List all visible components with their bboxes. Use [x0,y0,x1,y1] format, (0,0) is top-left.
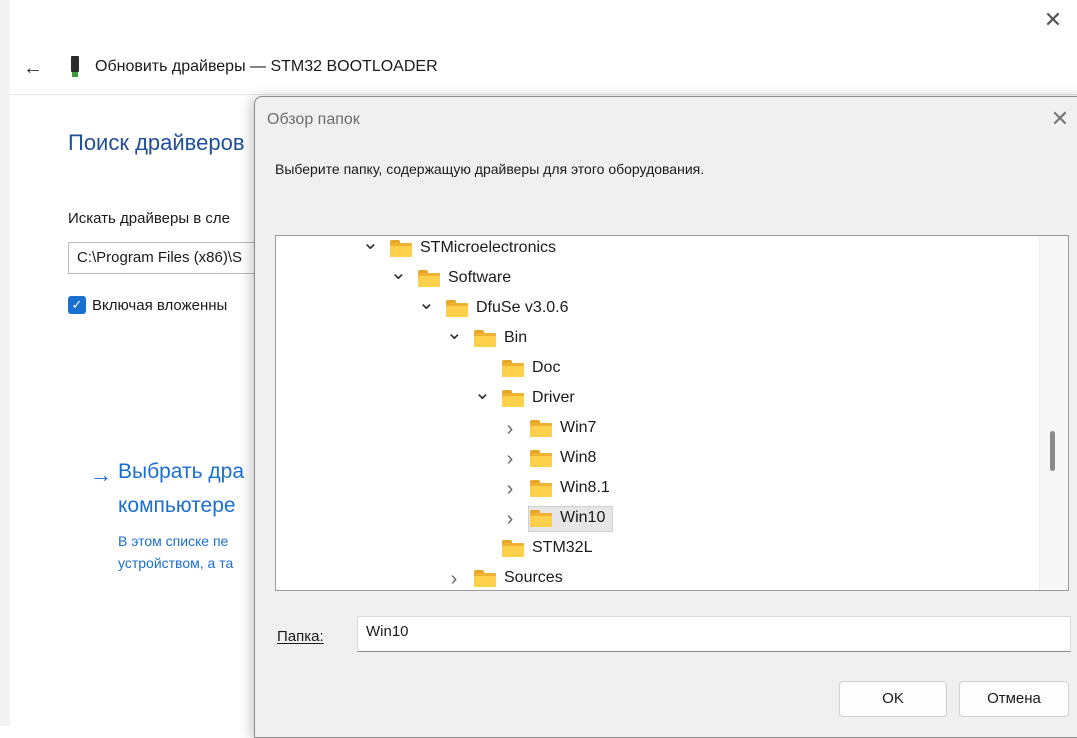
tree-item-label[interactable]: Win8 [557,449,599,467]
tree-item-label[interactable]: Win7 [557,419,599,437]
checkmark-icon: ✓ [68,296,86,314]
folder-icon [418,270,440,287]
close-icon[interactable]: ✕ [1041,8,1065,32]
tree-item-label[interactable]: Doc [529,359,563,377]
tree-item-label[interactable]: Bin [501,329,530,347]
tree-item[interactable]: Doc [276,355,1040,383]
scrollbar-thumb[interactable] [1050,431,1055,471]
folder-icon [530,480,552,497]
folder-icon [530,510,552,527]
chevron-down-icon[interactable]: ⌄ [390,263,407,283]
tree-item[interactable]: › Win10 [276,505,1040,533]
chevron-right-icon[interactable]: › [502,419,518,439]
tree-item[interactable]: ⌄ Driver [276,383,1040,413]
chevron-right-icon[interactable]: › [502,449,518,469]
chevron-right-icon[interactable]: › [502,479,518,499]
tree-item[interactable]: › Win7 [276,415,1040,443]
folder-tree[interactable]: ⌄ STMicroelectronics ⌄ Software ⌄ DfuSe v3.0.… [275,235,1069,591]
tree-item-label[interactable]: STMicroelectronics [417,239,559,257]
tree-item[interactable]: ⌄ Software [276,263,1040,293]
window-header: ← Обновить драйверы — STM32 BOOTLOADER [10,44,1077,95]
folder-field-label: Папка: [277,628,324,645]
window-title: Обновить драйверы — STM32 BOOTLOADER [95,58,438,75]
tree-item[interactable]: ⌄ Bin [276,323,1040,353]
vertical-scrollbar[interactable] [1039,236,1068,590]
usb-device-icon [70,56,80,78]
tree-item[interactable]: › Sources [276,565,1040,590]
chevron-down-icon[interactable]: ⌄ [418,293,435,313]
back-arrow-icon[interactable]: ← [20,56,46,80]
folder-icon [530,420,552,437]
cancel-button[interactable]: Отмена [959,681,1069,717]
chevron-down-icon[interactable]: ⌄ [474,383,491,403]
tree-item-label[interactable]: Sources [501,569,566,587]
tree-item[interactable]: › Win8.1 [276,475,1040,503]
tree-item-label[interactable]: Driver [529,389,578,407]
tree-item[interactable]: ⌄ DfuSe v3.0.6 [276,293,1040,323]
include-subfolders-label: Включая вложенны [92,297,228,314]
chevron-down-icon[interactable]: ⌄ [446,323,463,343]
choose-link-line1[interactable]: Выбрать дра [118,460,244,484]
choose-desc-line1: В этом списке пе [118,533,229,549]
folder-icon [502,390,524,407]
folder-icon [502,540,524,557]
dialog-title: Обзор папок [267,111,360,128]
dialog-close-icon[interactable]: ✕ [1047,107,1073,131]
chevron-down-icon[interactable]: ⌄ [362,236,379,253]
tree-item-label[interactable]: STM32L [529,539,595,557]
tree-item-label[interactable]: DfuSe v3.0.6 [473,299,572,317]
tree-item[interactable]: ⌄ STMicroelectronics [276,236,1040,263]
chevron-right-icon[interactable]: › [446,569,462,589]
arrow-right-icon: → [90,462,112,487]
folder-icon [530,450,552,467]
dialog-prompt: Выберите папку, содержащую драйверы для … [275,161,705,177]
tree-item-label[interactable]: Win10 [557,509,608,527]
folder-name-input[interactable]: Win10 [357,616,1071,652]
tree-item-label[interactable]: Software [445,269,514,287]
folder-icon [502,360,524,377]
search-location-label: Искать драйверы в сле [68,210,231,227]
choose-desc-line2: устройством, а та [118,555,234,571]
choose-description: В этом списке пе устройством, а та [118,530,233,574]
ok-button[interactable]: OK [839,681,947,717]
chevron-right-icon[interactable]: › [502,509,518,529]
page-heading: Поиск драйверов [68,130,245,155]
folder-icon [474,330,496,347]
tree-item-label[interactable]: Win8.1 [557,479,613,497]
tree-item[interactable]: STM32L [276,535,1040,563]
folder-icon [446,300,468,317]
choose-link-line2[interactable]: компьютере [118,494,236,518]
folder-icon [474,570,496,587]
tree-item[interactable]: › Win8 [276,445,1040,473]
folder-icon [390,240,412,257]
browse-folder-dialog: Обзор папок ✕ Выберите папку, содержащую… [254,96,1077,738]
